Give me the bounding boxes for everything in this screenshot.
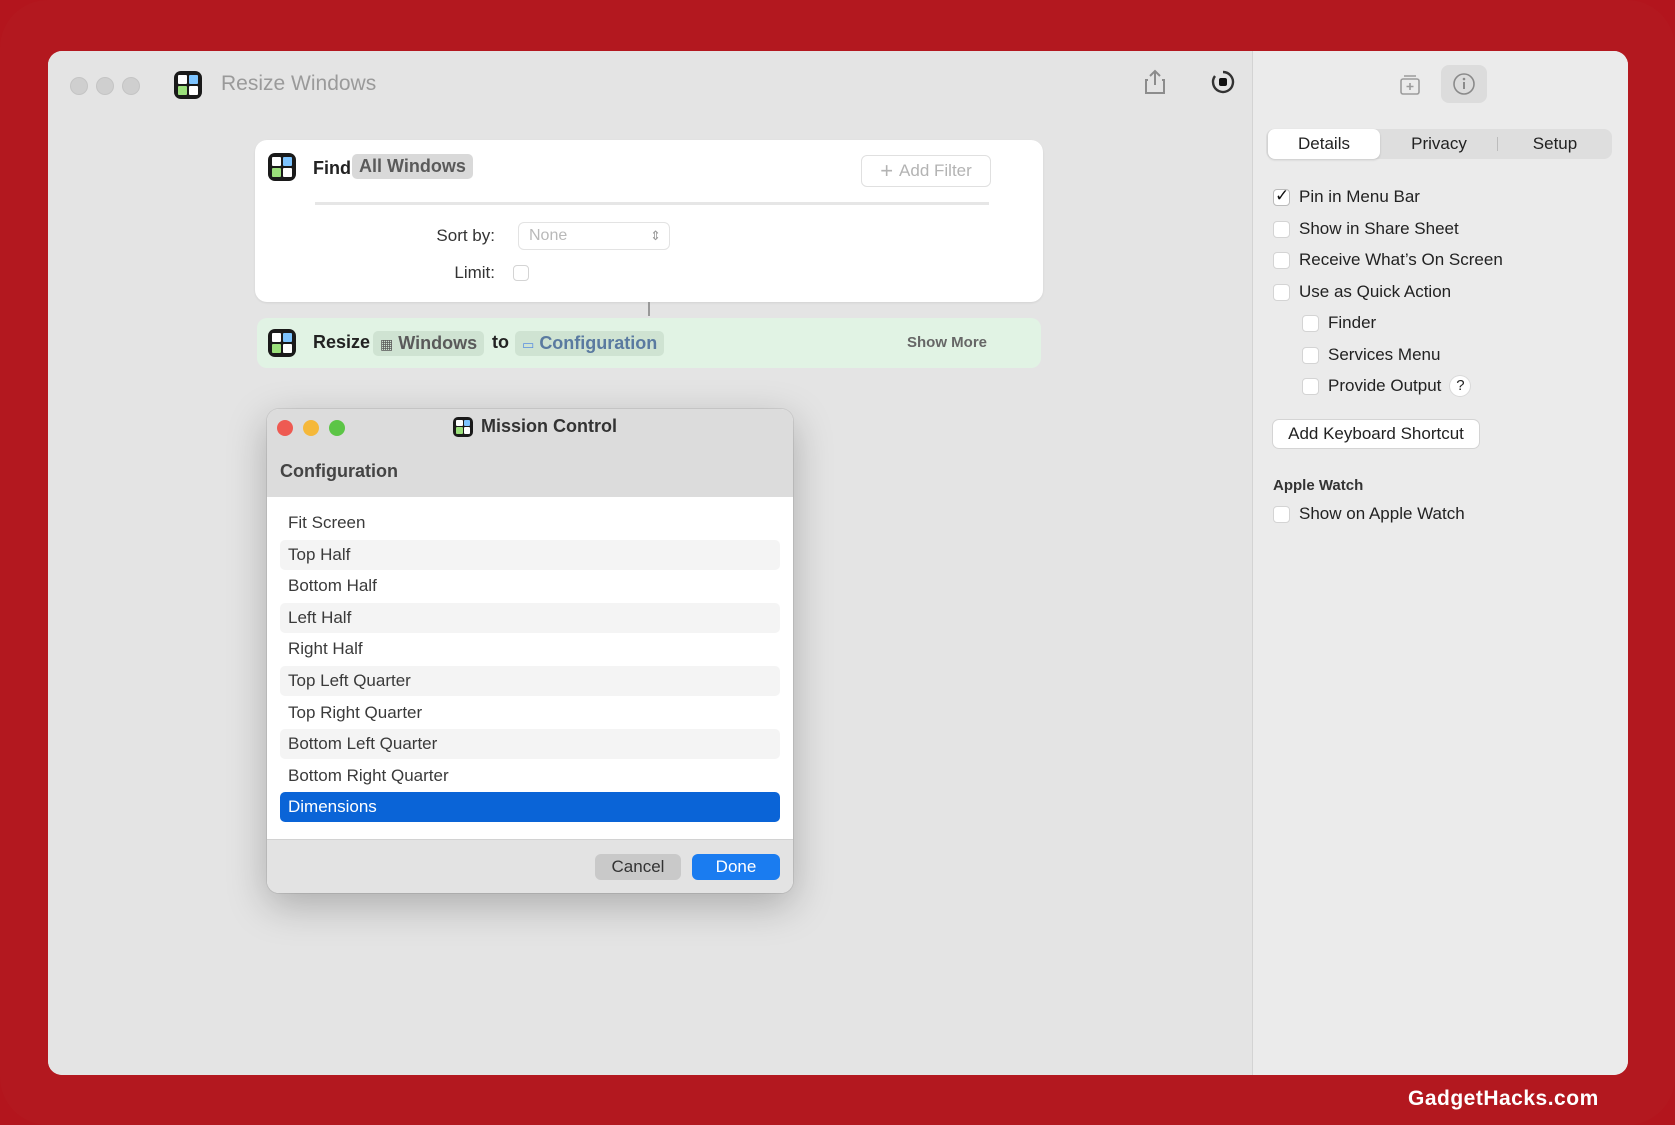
action-icon <box>268 329 296 357</box>
action-connector <box>648 302 650 316</box>
windows-token-label: Windows <box>398 333 478 353</box>
finder-label: Finder <box>1328 313 1377 332</box>
pin-in-menu-bar-checkbox[interactable] <box>1273 186 1290 206</box>
dialog-zoom-button[interactable] <box>329 420 345 436</box>
quick-action-option[interactable]: Use as Quick Action <box>1273 282 1451 302</box>
show-in-share-sheet-checkbox[interactable] <box>1273 220 1290 238</box>
list-item[interactable]: Right Half <box>280 634 780 664</box>
to-label: to <box>492 332 509 352</box>
receive-on-screen-option[interactable]: Receive What’s On Screen <box>1273 250 1503 270</box>
finder-checkbox[interactable] <box>1302 314 1319 332</box>
shortcut-icon <box>174 71 202 99</box>
quick-action-checkbox[interactable] <box>1273 283 1290 301</box>
list-item-selected[interactable]: Dimensions <box>280 792 780 823</box>
dialog-subtitle: Configuration <box>280 461 398 481</box>
finder-option[interactable]: Finder <box>1302 313 1376 333</box>
dialog-minimize-button[interactable] <box>303 420 319 436</box>
show-in-share-sheet-label: Show in Share Sheet <box>1299 219 1459 238</box>
watermark: GadgetHacks.com <box>1408 1087 1599 1110</box>
windows-token-icon: ▦ <box>380 336 394 352</box>
provide-output-checkbox[interactable] <box>1302 377 1319 395</box>
dialog-close-button[interactable] <box>277 420 293 436</box>
all-windows-token[interactable]: All Windows <box>352 154 473 179</box>
list-item[interactable]: Top Half <box>280 539 780 570</box>
cancel-button[interactable]: Cancel <box>595 854 681 880</box>
help-icon[interactable]: ? <box>1450 376 1471 396</box>
mission-control-dialog: Mission Control Configuration Fit Screen… <box>267 409 793 893</box>
show-on-apple-watch-option[interactable]: Show on Apple Watch <box>1273 504 1465 524</box>
list-item[interactable]: Bottom Half <box>280 571 780 601</box>
tab-privacy[interactable]: Privacy <box>1382 129 1496 159</box>
minimize-button[interactable] <box>96 77 114 95</box>
chat-bubble-icon: ▭ <box>522 337 535 352</box>
limit-label: Limit: <box>454 263 495 282</box>
configuration-token-label: Configuration <box>539 333 658 353</box>
tab-details[interactable]: Details <box>1268 129 1380 159</box>
run-icon[interactable] <box>1210 69 1236 101</box>
services-menu-label: Services Menu <box>1328 345 1441 364</box>
list-item[interactable]: Bottom Right Quarter <box>280 761 780 791</box>
editor-pane: Resize Windows Find All Windows + Add Fi… <box>48 51 1252 1075</box>
zoom-button[interactable] <box>122 77 140 95</box>
mission-control-icon <box>453 416 473 437</box>
show-on-apple-watch-checkbox[interactable] <box>1273 505 1290 523</box>
close-button[interactable] <box>70 77 88 95</box>
dialog-title: Mission Control <box>453 416 617 437</box>
limit-checkbox[interactable] <box>513 265 529 281</box>
chevron-updown-icon: ⇕ <box>650 228 661 243</box>
windows-token[interactable]: ▦ Windows <box>373 331 485 356</box>
share-icon[interactable] <box>1144 69 1166 101</box>
services-menu-checkbox[interactable] <box>1302 346 1319 364</box>
shortcuts-window: Resize Windows Find All Windows + Add Fi… <box>48 51 1628 1075</box>
add-keyboard-shortcut-button[interactable]: Add Keyboard Shortcut <box>1273 420 1479 448</box>
resize-label: Resize <box>313 332 371 352</box>
sort-by-value: None <box>529 227 568 244</box>
list-item[interactable]: Left Half <box>280 602 780 633</box>
sort-by-select[interactable]: None ⇕ <box>518 222 670 250</box>
dialog-footer: Cancel Done <box>267 839 793 893</box>
action-icon <box>268 153 296 181</box>
add-filter-button[interactable]: + Add Filter <box>861 155 991 187</box>
add-filter-label: Add Filter <box>899 161 972 180</box>
plus-icon: + <box>880 158 894 183</box>
apple-watch-heading: Apple Watch <box>1273 477 1364 494</box>
info-icon[interactable] <box>1441 65 1487 103</box>
show-in-share-sheet-option[interactable]: Show in Share Sheet <box>1273 219 1459 239</box>
configuration-list: Fit Screen Top Half Bottom Half Left Hal… <box>280 508 780 824</box>
resize-windows-action[interactable]: Resize ▦ Windows to ▭ Configuration Show… <box>257 318 1041 368</box>
receive-on-screen-label: Receive What’s On Screen <box>1299 250 1503 269</box>
provide-output-option[interactable]: Provide Output ? <box>1302 376 1471 396</box>
done-button[interactable]: Done <box>692 854 780 880</box>
details-sidebar: Details Privacy Setup Pin in Menu Bar Sh… <box>1252 51 1628 1075</box>
list-item[interactable]: Bottom Left Quarter <box>280 729 780 760</box>
services-menu-option[interactable]: Services Menu <box>1302 345 1440 365</box>
list-item[interactable]: Top Right Quarter <box>280 698 780 728</box>
pin-in-menu-bar-label: Pin in Menu Bar <box>1299 187 1420 206</box>
list-item[interactable]: Fit Screen <box>280 508 780 538</box>
filter-divider <box>315 202 989 205</box>
receive-on-screen-checkbox[interactable] <box>1273 251 1290 269</box>
find-label: Find <box>313 158 351 178</box>
window-title: Resize Windows <box>221 72 377 95</box>
configuration-token[interactable]: ▭ Configuration <box>515 331 665 356</box>
dialog-title-text: Mission Control <box>481 416 617 436</box>
pin-in-menu-bar-option[interactable]: Pin in Menu Bar <box>1273 186 1420 207</box>
sidebar-tabs: Details Privacy Setup <box>1266 129 1612 159</box>
dialog-header: Mission Control Configuration <box>267 409 793 497</box>
provide-output-label: Provide Output <box>1328 376 1442 395</box>
list-item[interactable]: Top Left Quarter <box>280 665 780 696</box>
quick-action-label: Use as Quick Action <box>1299 282 1452 301</box>
show-more-button[interactable]: Show More <box>907 334 987 351</box>
show-on-apple-watch-label: Show on Apple Watch <box>1299 504 1465 523</box>
find-windows-action[interactable]: Find All Windows + Add Filter Sort by: N… <box>255 140 1043 302</box>
add-to-dock-icon[interactable] <box>1392 67 1428 103</box>
sort-by-label: Sort by: <box>436 226 495 245</box>
tab-setup[interactable]: Setup <box>1498 129 1612 159</box>
